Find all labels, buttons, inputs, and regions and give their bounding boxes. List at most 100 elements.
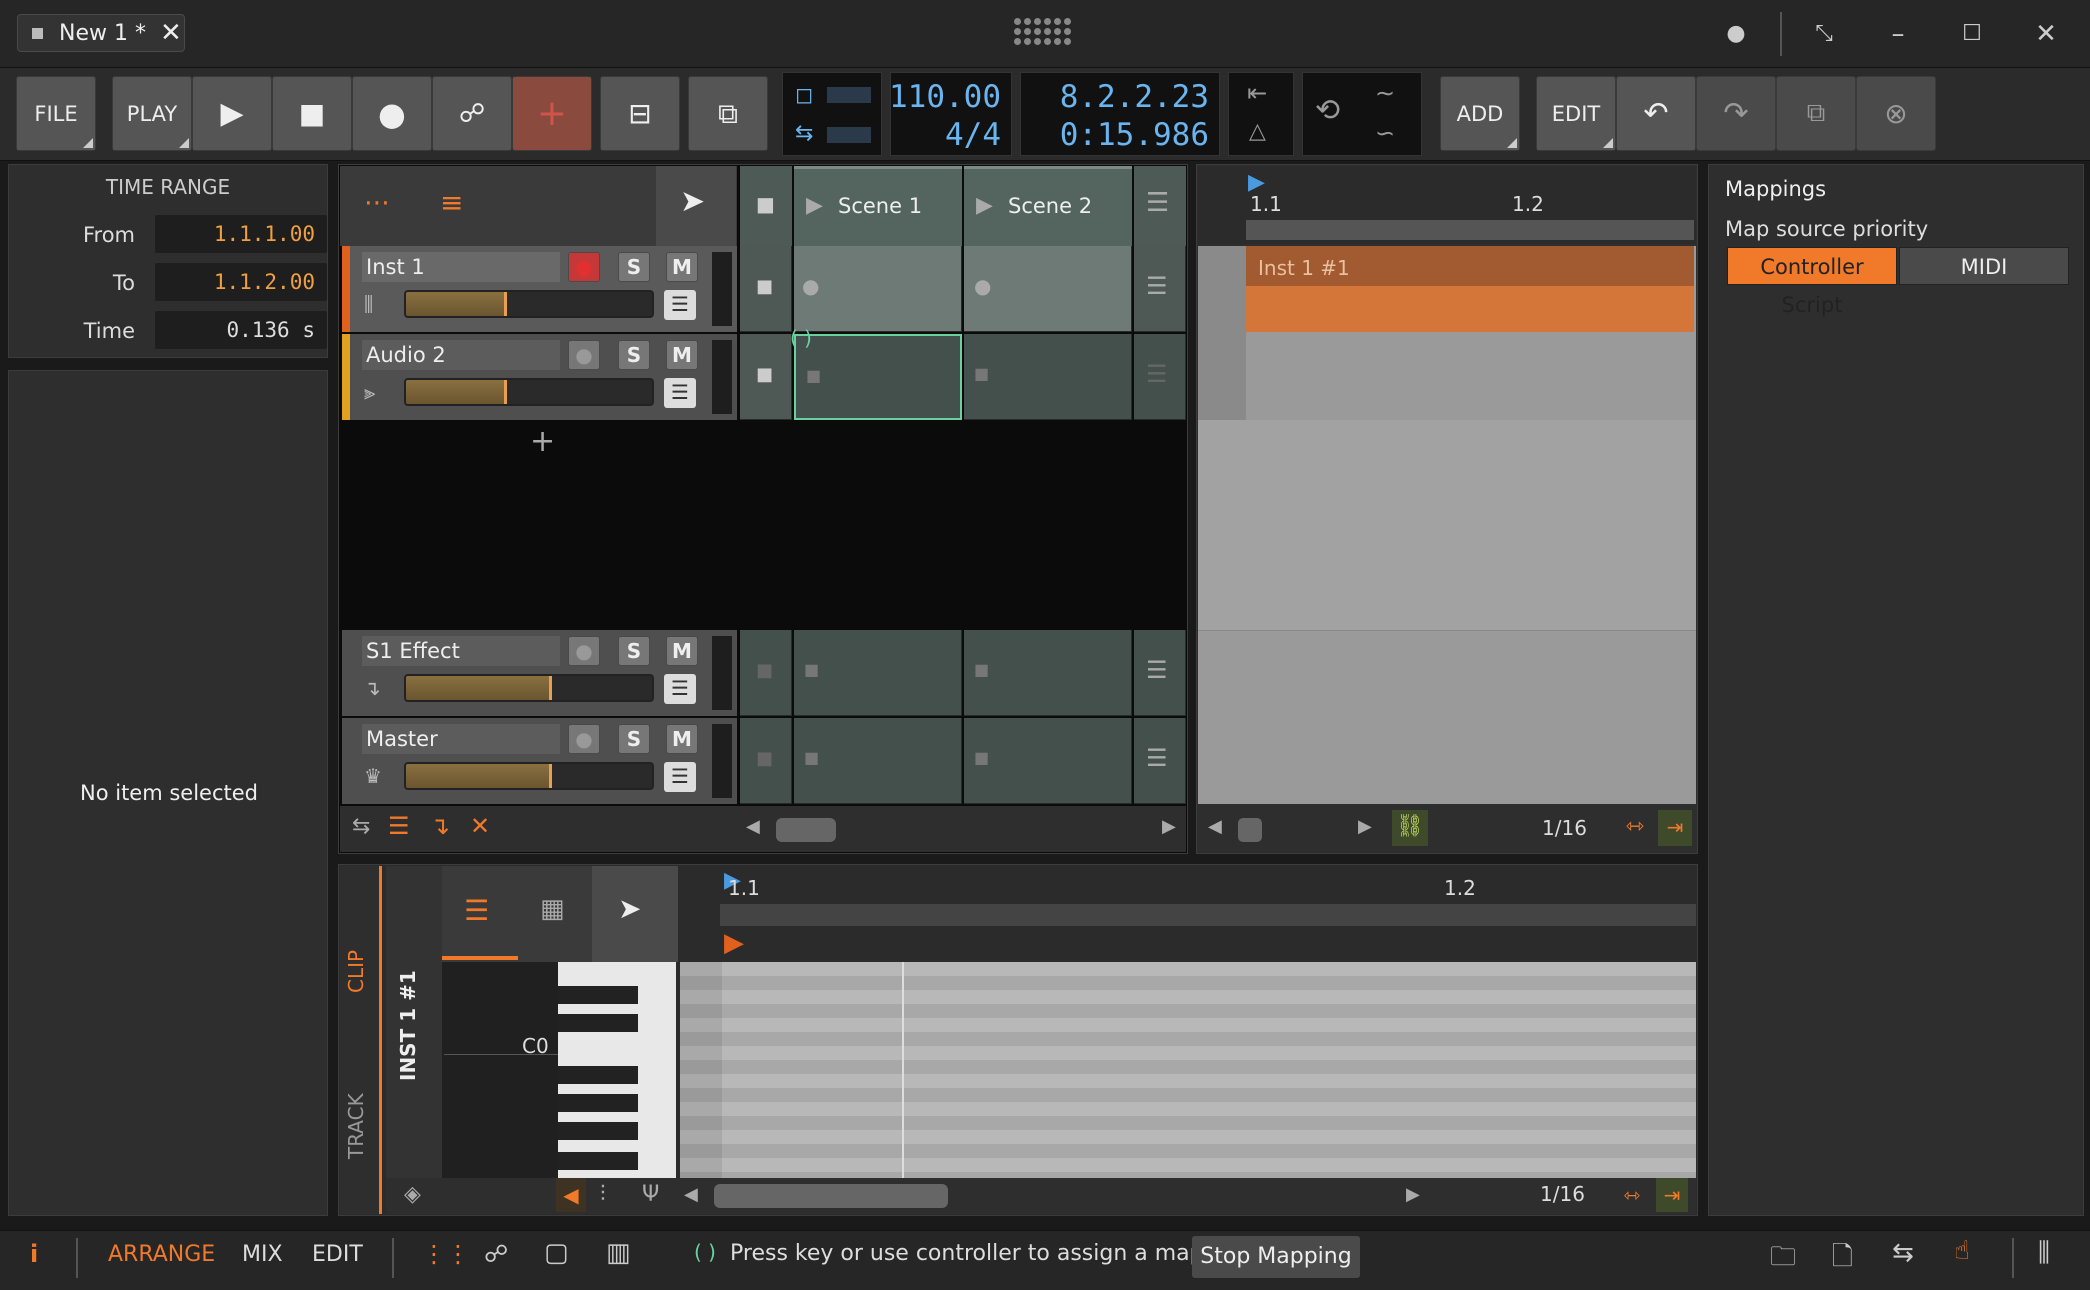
scroll-right-icon[interactable]: ▶ xyxy=(1358,816,1372,837)
add-button[interactable]: ADD xyxy=(1440,76,1520,151)
clip-slot[interactable]: ■ xyxy=(794,718,962,804)
clip-slot[interactable]: ● xyxy=(964,246,1132,332)
play-menu-button[interactable]: PLAY xyxy=(112,76,192,151)
columns-icon[interactable]: ▥ xyxy=(606,1238,631,1268)
metronome-box-button[interactable]: ⊟ xyxy=(600,76,680,151)
clip-slot[interactable]: ■ xyxy=(964,334,1132,420)
clip-slot[interactable]: ■ xyxy=(964,630,1132,716)
tempo-display[interactable]: 110.00 4/4 xyxy=(889,72,1012,156)
scroll-right-icon[interactable]: ▶ xyxy=(1162,816,1176,837)
track-slot-options[interactable]: ☰ xyxy=(1134,334,1186,420)
record-indicator-icon[interactable]: ● xyxy=(1716,14,1756,54)
undo-button[interactable]: ↶ xyxy=(1616,76,1696,151)
editor-grid-value[interactable]: 1/16 xyxy=(1540,1182,1585,1206)
minimize-icon[interactable]: – xyxy=(1878,14,1918,54)
clip-slot-selected[interactable]: ■ xyxy=(794,334,962,420)
volume-fader[interactable] xyxy=(404,674,654,702)
volume-fader[interactable] xyxy=(404,762,654,790)
record-arm-button[interactable]: ● xyxy=(568,340,600,370)
stop-button-effect[interactable]: ■ xyxy=(740,630,792,716)
grid-view-icon[interactable]: ⋯ xyxy=(364,188,390,218)
solo-button[interactable]: S xyxy=(618,252,650,282)
record-button[interactable]: ● xyxy=(352,76,432,151)
black-key[interactable] xyxy=(558,1014,638,1032)
mute-button[interactable]: M xyxy=(666,636,698,666)
volume-fader[interactable] xyxy=(404,290,654,318)
automation-write-button[interactable]: ☍ xyxy=(432,76,512,151)
piano-keyboard[interactable]: C0 xyxy=(442,962,560,1178)
fold-icon[interactable]: Ψ xyxy=(642,1182,659,1207)
editor-loop-bar[interactable] xyxy=(720,904,1696,926)
clip-slot[interactable]: ■ xyxy=(964,718,1132,804)
clip-slot[interactable]: ■ xyxy=(794,630,962,716)
grid-icon[interactable]: ▦ xyxy=(540,894,565,924)
expressions-icon[interactable]: ⫶ xyxy=(600,1182,606,1207)
clip-start-marker-icon[interactable]: ▶ xyxy=(724,928,744,958)
track-name[interactable]: Audio 2 xyxy=(362,340,560,370)
loop-range-bar[interactable] xyxy=(1246,220,1694,240)
info-icon[interactable]: i xyxy=(30,1240,38,1268)
file-button[interactable]: FILE xyxy=(16,76,96,151)
edit-view-button[interactable]: EDIT xyxy=(312,1242,363,1267)
solo-button[interactable]: S xyxy=(618,724,650,754)
black-key[interactable] xyxy=(558,1094,638,1112)
arranger-scrollbar-thumb[interactable] xyxy=(1238,818,1262,842)
position-display[interactable]: 8.2.2.23 0:15.986 xyxy=(1020,72,1220,156)
snap-icon[interactable]: ⇥ xyxy=(1658,810,1692,846)
midi-option[interactable]: MIDI xyxy=(1899,247,2069,285)
track-menu-button[interactable]: ☰ xyxy=(664,290,696,320)
drag-grip-icon[interactable] xyxy=(1014,18,1071,45)
io-settings-icon[interactable]: ⇆ xyxy=(1892,1238,1914,1268)
track-list-icon[interactable]: ☰ xyxy=(388,812,410,840)
zoom-fit-icon[interactable]: ⇿ xyxy=(1616,1178,1648,1212)
arranger-clip[interactable]: Inst 1 #1 xyxy=(1246,246,1694,332)
delete-button[interactable]: ⊗ xyxy=(1856,76,1936,151)
window-icon[interactable]: ▢ xyxy=(544,1238,569,1268)
position-time-value[interactable]: 0:15.986 xyxy=(1060,117,1209,153)
maximize-icon[interactable]: ☐ xyxy=(1952,14,1992,54)
editor-scrollbar-thumb[interactable] xyxy=(714,1184,948,1208)
stop-all-clips-button[interactable]: ■ xyxy=(740,166,792,246)
record-arm-button[interactable]: ● xyxy=(568,724,600,754)
add-track-icon[interactable]: + xyxy=(530,424,555,459)
track-tab[interactable]: TRACK xyxy=(344,1066,378,1186)
fill-icon[interactable]: ∽ xyxy=(1375,119,1395,147)
solo-button[interactable]: S xyxy=(618,636,650,666)
track-name[interactable]: S1 Effect xyxy=(362,636,560,666)
stop-button-master[interactable]: ■ xyxy=(740,718,792,804)
stop-mapping-button[interactable]: Stop Mapping xyxy=(1192,1236,1360,1278)
track-menu-button[interactable]: ☰ xyxy=(664,378,696,408)
track-io-icon[interactable]: ⇆ xyxy=(352,814,370,839)
stop-button[interactable]: ■ xyxy=(272,76,352,151)
follow-playhead-icon[interactable]: ⇤ xyxy=(1247,79,1267,107)
volume-fader[interactable] xyxy=(404,378,654,406)
track-slot-options[interactable]: ☰ xyxy=(1134,630,1186,716)
solo-button[interactable]: S xyxy=(618,340,650,370)
list-view-icon[interactable]: ≡ xyxy=(440,186,463,219)
metronome-icon[interactable]: △ xyxy=(1249,119,1266,144)
mix-view-button[interactable]: MIX xyxy=(242,1242,283,1267)
layers-icon[interactable]: ◈ xyxy=(404,1182,421,1207)
piano-white-keys[interactable] xyxy=(558,962,676,1178)
mute-button[interactable]: M xyxy=(666,724,698,754)
record-arm-button[interactable]: ● xyxy=(568,636,600,666)
punch-icon[interactable]: ⇆ xyxy=(795,121,813,146)
track-master[interactable]: Master ● S M ♛ ☰ xyxy=(342,718,737,804)
track-inst-1[interactable]: Inst 1 ● S M ⫼ ☰ xyxy=(342,246,737,332)
project-document-icon[interactable]: 🗋 xyxy=(1832,1238,1853,1282)
black-key[interactable] xyxy=(558,1122,638,1140)
stop-button-inst-1[interactable]: ■ xyxy=(740,246,792,332)
track-slot-options[interactable]: ☰ xyxy=(1134,246,1186,332)
arranger-lanes-bottom[interactable] xyxy=(1198,630,1696,804)
groove-icon[interactable]: ∼ xyxy=(1375,79,1395,107)
mute-button[interactable]: M xyxy=(666,252,698,282)
panel-layout-button[interactable]: ⧉ xyxy=(688,76,768,151)
scene-options-button[interactable]: ☰ xyxy=(1134,166,1186,246)
track-matrix-icon[interactable]: ⋮⋮ xyxy=(422,1240,470,1268)
mute-button[interactable]: M xyxy=(666,340,698,370)
browser-folder-icon[interactable]: 🗀 xyxy=(1770,1238,1796,1282)
scroll-left-icon[interactable]: ◀ xyxy=(1208,816,1222,837)
remove-track-icon[interactable]: ✕ xyxy=(470,812,490,840)
black-key[interactable] xyxy=(558,986,638,1004)
track-menu-button[interactable]: ☰ xyxy=(664,762,696,792)
